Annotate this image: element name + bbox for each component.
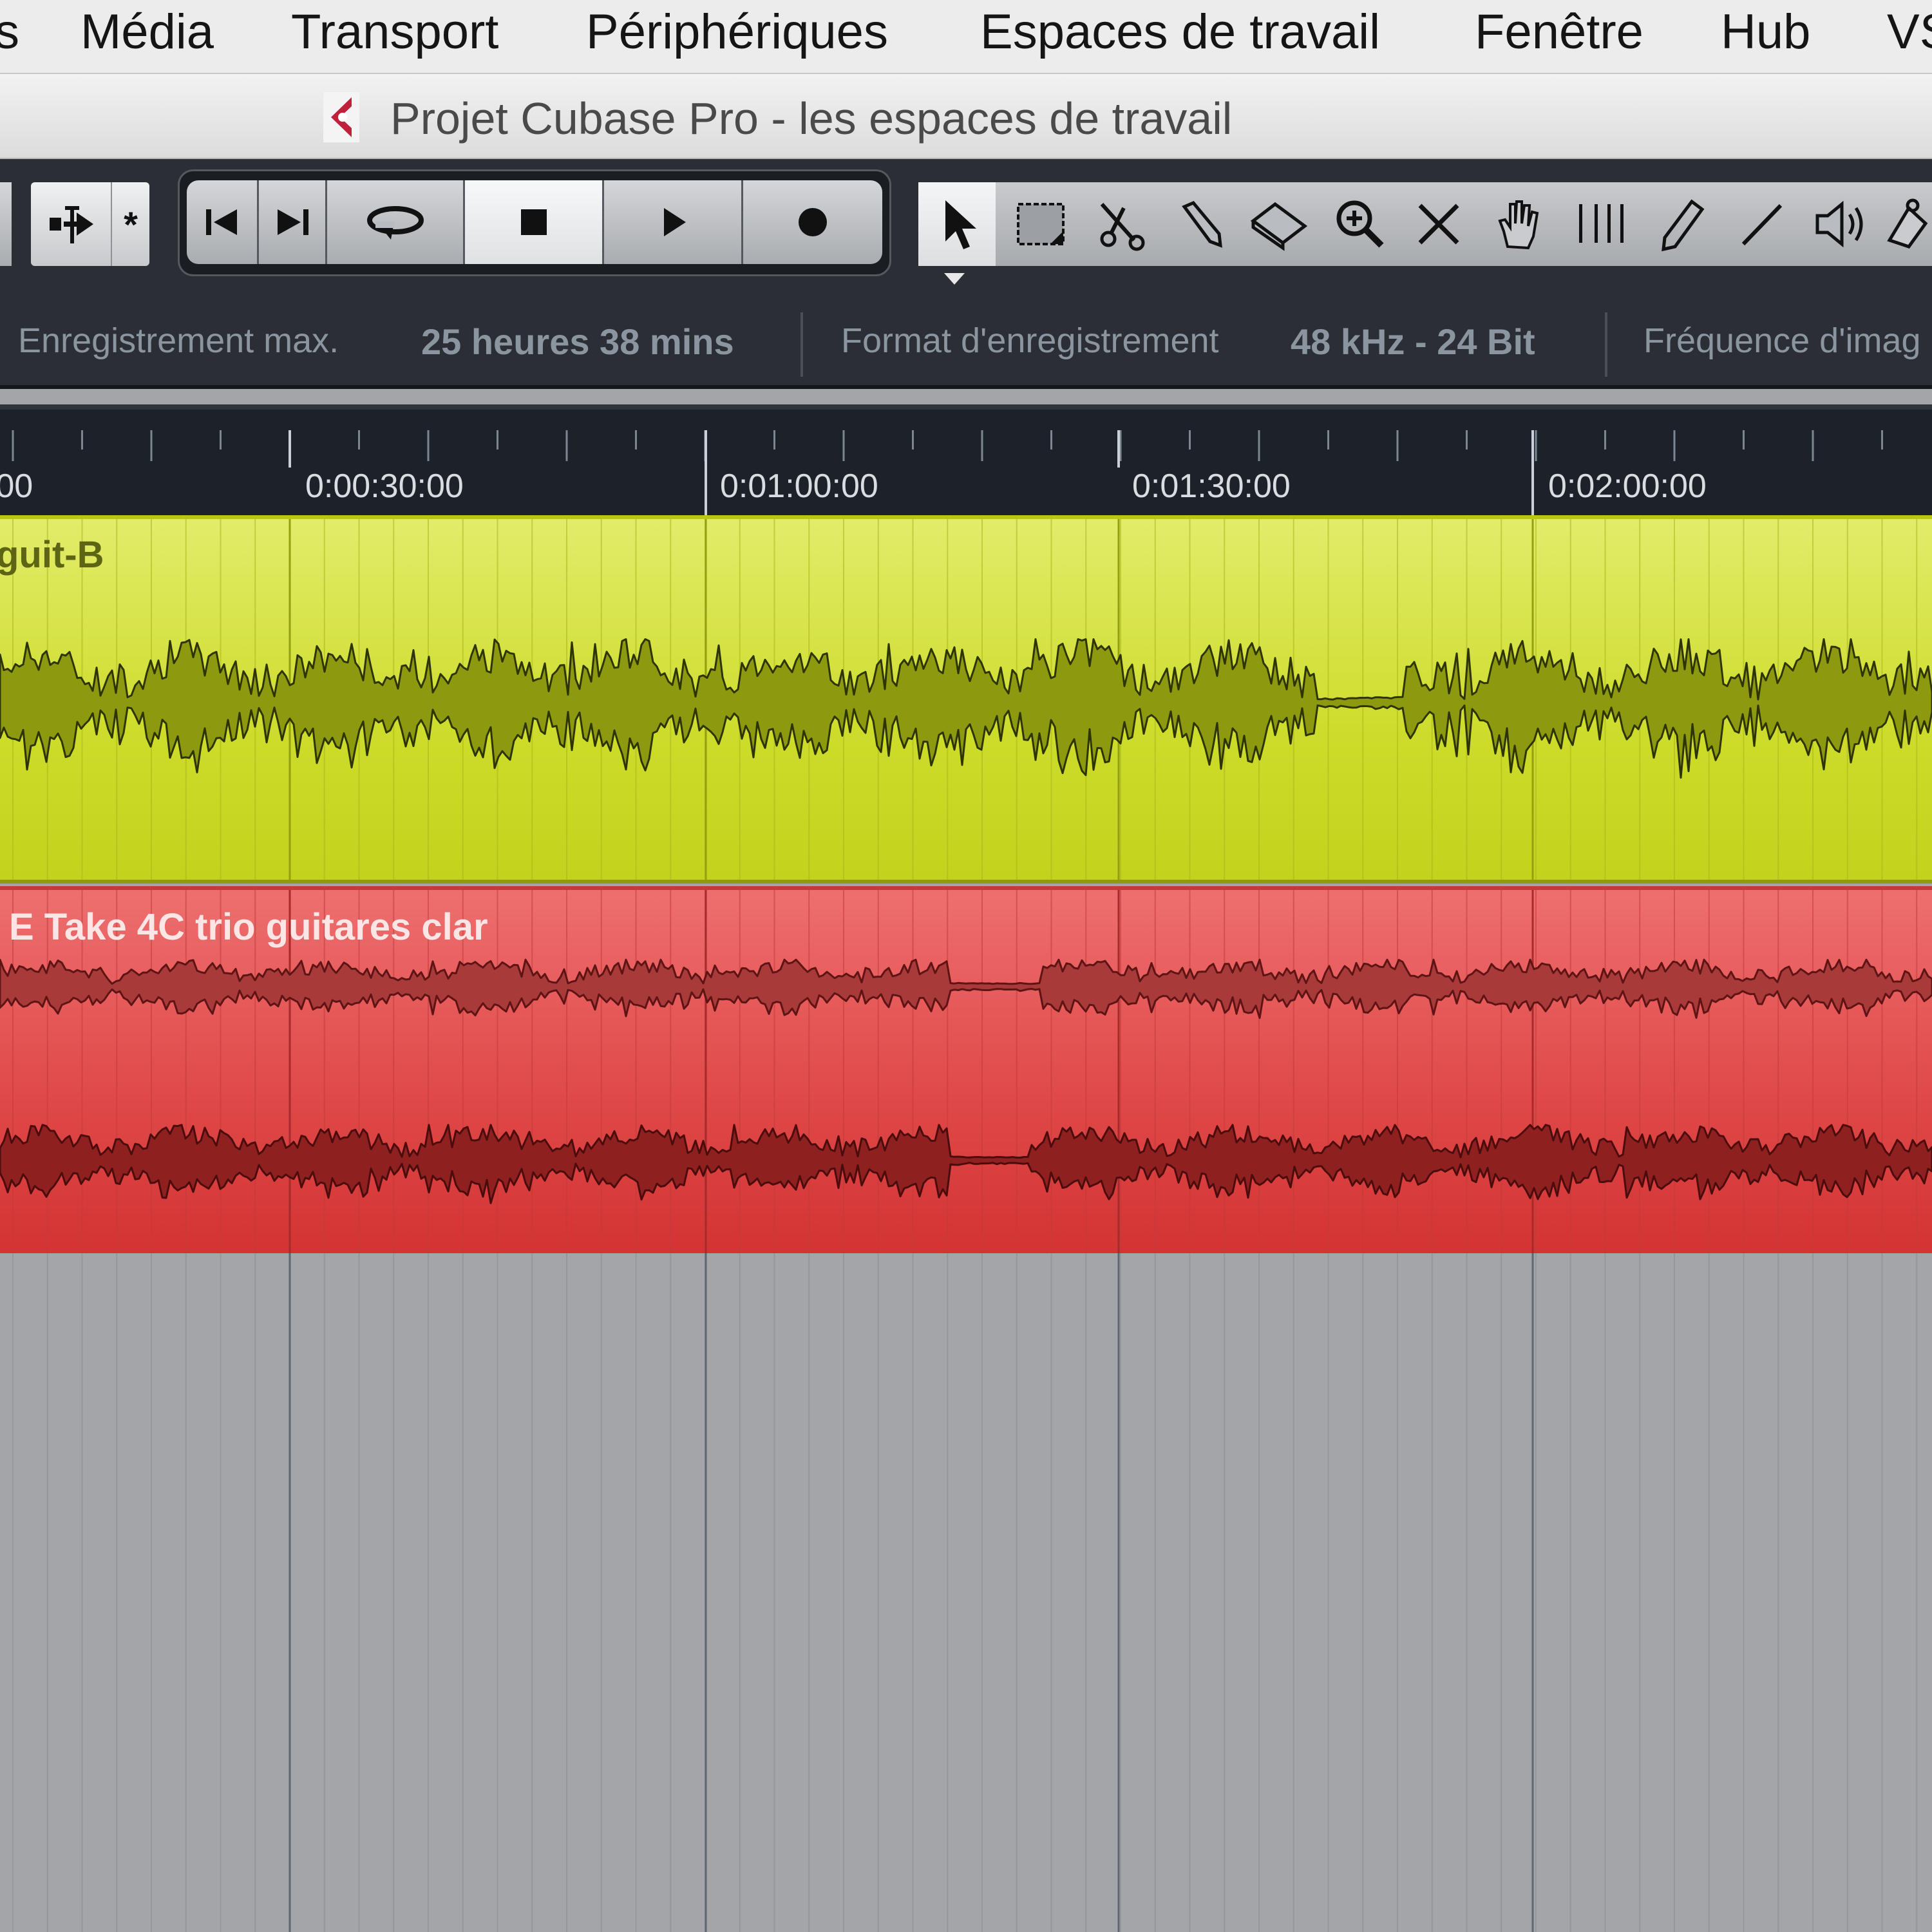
range-selection-tool[interactable] <box>1002 182 1079 266</box>
comp-icon <box>1579 204 1624 243</box>
split-icon <box>1100 203 1145 251</box>
play-tool[interactable] <box>1803 182 1880 266</box>
zoom-tool[interactable] <box>1320 182 1397 266</box>
line-icon <box>1741 204 1783 246</box>
asterisk-icon: * <box>124 204 138 245</box>
menu-bar: s Média Transport Périphériques Espaces … <box>0 0 1932 74</box>
color-tool[interactable] <box>1883 182 1932 266</box>
automation-options-button[interactable]: * <box>111 182 149 266</box>
go-to-end-icon <box>277 209 308 235</box>
split-tool[interactable] <box>1082 182 1159 266</box>
cubase-logo-icon <box>323 92 359 142</box>
object-selection-icon <box>945 200 976 249</box>
object-selection-tool[interactable] <box>918 182 996 266</box>
window-title: Projet Cubase Pro - les espaces de trava… <box>390 93 1233 144</box>
erase-icon <box>1250 202 1308 251</box>
range-selection-icon <box>1017 203 1065 245</box>
rec-max-value[interactable]: 25 heures 38 mins <box>421 321 734 363</box>
record-icon <box>799 208 827 236</box>
info-separator <box>800 312 803 377</box>
draw-tool[interactable] <box>1643 182 1721 266</box>
play-button[interactable] <box>604 180 743 264</box>
automation-mode-icon <box>50 206 93 243</box>
grid-lines <box>12 1253 1918 1932</box>
menu-item-fenetre[interactable]: Fenêtre <box>1475 4 1643 60</box>
audio-event-guit-b[interactable] <box>0 515 1932 884</box>
time-warp-tool[interactable] <box>1479 182 1556 266</box>
glue-tool[interactable] <box>1162 182 1239 266</box>
event-name: guit-B <box>0 534 104 576</box>
menu-item-peripheriques[interactable]: Périphériques <box>586 4 888 60</box>
go-to-end-button[interactable] <box>259 180 327 264</box>
time-warp-icon <box>1498 200 1539 250</box>
rec-format-label: Format d'enregistrement <box>841 321 1219 360</box>
menu-item-vst[interactable]: VS <box>1887 4 1932 60</box>
record-button[interactable] <box>743 180 882 264</box>
menu-item-media[interactable]: Média <box>80 4 214 60</box>
ruler-label: 0:00:30:00 <box>305 468 464 505</box>
line-tool[interactable] <box>1723 182 1801 266</box>
waveform-shape <box>0 1124 1932 1204</box>
ruler-label: 0:00 <box>0 468 33 505</box>
glue-icon <box>1182 200 1222 248</box>
menu-item-hub[interactable]: Hub <box>1721 4 1810 60</box>
play-tool-icon <box>1815 200 1863 248</box>
automation-mode-button[interactable] <box>31 182 111 266</box>
menu-item-transport[interactable]: Transport <box>291 4 498 60</box>
go-to-start-button[interactable] <box>187 180 259 264</box>
toolbar-partial-button[interactable] <box>0 182 12 266</box>
erase-tool[interactable] <box>1240 182 1318 266</box>
color-icon <box>1887 198 1928 249</box>
tool-active-indicator-icon <box>944 273 965 285</box>
go-to-start-icon <box>205 209 237 235</box>
draw-icon <box>1662 199 1705 252</box>
mute-tool[interactable] <box>1400 182 1477 266</box>
waveform-shape <box>0 638 1932 779</box>
comp-tool[interactable] <box>1564 182 1641 266</box>
play-icon <box>663 208 686 236</box>
waveform-shape <box>0 958 1932 1019</box>
stop-button[interactable] <box>465 180 604 264</box>
info-separator <box>1605 312 1607 377</box>
ruler-label: 0:01:00:00 <box>720 468 878 505</box>
ruler-label: 0:01:30:00 <box>1132 468 1291 505</box>
ruler-label: 0:02:00:00 <box>1548 468 1707 505</box>
cycle-icon <box>366 206 424 240</box>
rec-format-value[interactable]: 48 kHz - 24 Bit <box>1291 321 1535 363</box>
empty-project-area[interactable] <box>0 1253 1932 1932</box>
stop-icon <box>520 209 547 235</box>
menu-item-partial-left[interactable]: s <box>0 4 19 60</box>
cycle-button[interactable] <box>327 180 465 264</box>
event-name: E Take 4C trio guitares clar <box>9 906 488 948</box>
menu-item-espaces-de-travail[interactable]: Espaces de travail <box>980 4 1380 60</box>
rec-max-label: Enregistrement max. <box>18 321 339 360</box>
audio-waveform <box>0 638 1932 779</box>
frame-rate-label[interactable]: Fréquence d'imag <box>1643 321 1921 361</box>
zoom-icon <box>1336 200 1384 248</box>
mute-icon <box>1418 204 1459 245</box>
